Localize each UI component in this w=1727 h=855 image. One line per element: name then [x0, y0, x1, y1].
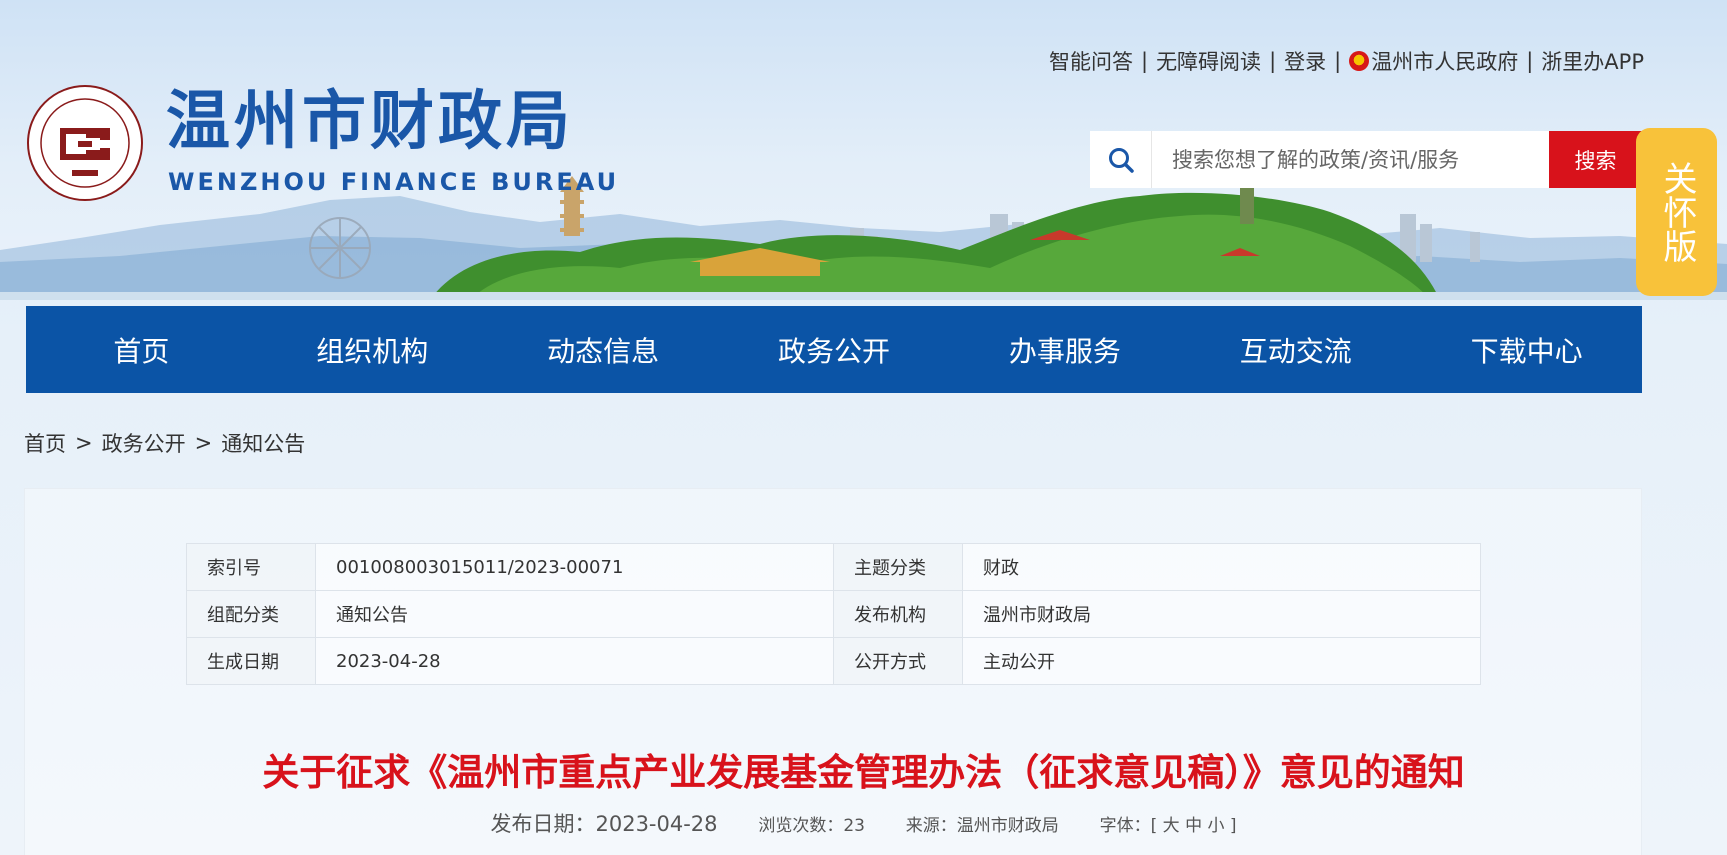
nav-government-affairs[interactable]: 政务公开 [719, 306, 950, 393]
top-links: 智能问答 | 无障碍阅读 | 登录 | 温州市人民政府 | 浙里办APP [1049, 46, 1644, 76]
table-row: 索引号 001008003015011/2023-00071 主题分类 财政 [186, 543, 1481, 591]
site-name-en: WENZHOU FINANCE BUREAU [168, 168, 620, 196]
government-emblem-icon [1349, 51, 1370, 71]
label-created-date: 生成日期 [186, 637, 316, 685]
label-index-number: 索引号 [186, 543, 316, 591]
divider: | [1269, 49, 1277, 73]
search-box [1090, 131, 1550, 188]
nav-home[interactable]: 首页 [26, 306, 257, 393]
breadcrumb-separator: > [194, 431, 213, 455]
font-size-bracket: ] [1229, 816, 1237, 836]
nav-interaction[interactable]: 互动交流 [1180, 306, 1411, 393]
header-banner: 温州市财政局 WENZHOU FINANCE BUREAU 智能问答 | 无障碍… [0, 0, 1727, 300]
publish-date: 发布日期：2023-04-28 [490, 812, 718, 836]
info-table: 索引号 001008003015011/2023-00071 主题分类 财政 组… [186, 543, 1481, 685]
font-size-large[interactable]: 大 [1163, 816, 1180, 836]
label-topic: 主题分类 [833, 543, 963, 591]
value-topic: 财政 [962, 543, 1481, 591]
nav-news[interactable]: 动态信息 [488, 306, 719, 393]
search-input[interactable] [1152, 131, 1550, 188]
article-source: 来源：温州市财政局 [905, 816, 1059, 836]
view-count: 浏览次数：23 [758, 816, 865, 836]
font-size-small[interactable]: 小 [1207, 816, 1224, 836]
breadcrumb-home[interactable]: 首页 [24, 428, 66, 458]
divider: | [1334, 49, 1342, 73]
label-publisher: 发布机构 [833, 590, 963, 638]
wenzhou-finance-logo [27, 85, 143, 201]
link-login[interactable]: 登录 [1284, 46, 1326, 76]
value-created-date: 2023-04-28 [315, 637, 834, 685]
link-zheliban-app[interactable]: 浙里办APP [1541, 46, 1644, 76]
link-smart-qa[interactable]: 智能问答 [1049, 46, 1133, 76]
breadcrumb-separator: > [75, 431, 93, 455]
main-nav: 首页 组织机构 动态信息 政务公开 办事服务 互动交流 下载中心 [26, 306, 1642, 393]
value-category: 通知公告 [315, 590, 834, 638]
value-disclosure-method: 主动公开 [962, 637, 1481, 685]
divider: | [1526, 49, 1534, 73]
label-disclosure-method: 公开方式 [833, 637, 963, 685]
divider: | [1140, 49, 1149, 73]
font-size-label: 字体：[ [1099, 816, 1158, 836]
breadcrumb-government-affairs[interactable]: 政务公开 [102, 428, 186, 458]
article-title: 关于征求《温州市重点产业发展基金管理办法（征求意见稿）》意见的通知 [262, 751, 1465, 794]
nav-services[interactable]: 办事服务 [949, 306, 1180, 393]
care-mode-button[interactable]: 关怀版 [1636, 128, 1717, 296]
site-name-cn: 温州市财政局 [166, 85, 574, 159]
font-size-medium[interactable]: 中 [1185, 816, 1202, 836]
breadcrumb: 首页 > 政务公开 > 通知公告 [24, 428, 305, 458]
link-accessibility[interactable]: 无障碍阅读 [1156, 46, 1261, 76]
value-index-number: 001008003015011/2023-00071 [315, 543, 834, 591]
nav-organization[interactable]: 组织机构 [257, 306, 488, 393]
breadcrumb-notices[interactable]: 通知公告 [221, 428, 305, 458]
value-publisher: 温州市财政局 [962, 590, 1481, 638]
table-row: 生成日期 2023-04-28 公开方式 主动公开 [186, 637, 1481, 685]
search-button[interactable]: 搜索 [1549, 131, 1642, 188]
search-icon[interactable] [1090, 131, 1152, 188]
label-category: 组配分类 [186, 590, 316, 638]
table-row: 组配分类 通知公告 发布机构 温州市财政局 [186, 590, 1481, 638]
nav-downloads[interactable]: 下载中心 [1411, 306, 1642, 393]
article-meta: 发布日期：2023-04-28 浏览次数：23 来源：温州市财政局 字体：[ 大… [0, 808, 1727, 838]
link-city-government[interactable]: 温州市人民政府 [1371, 46, 1518, 76]
